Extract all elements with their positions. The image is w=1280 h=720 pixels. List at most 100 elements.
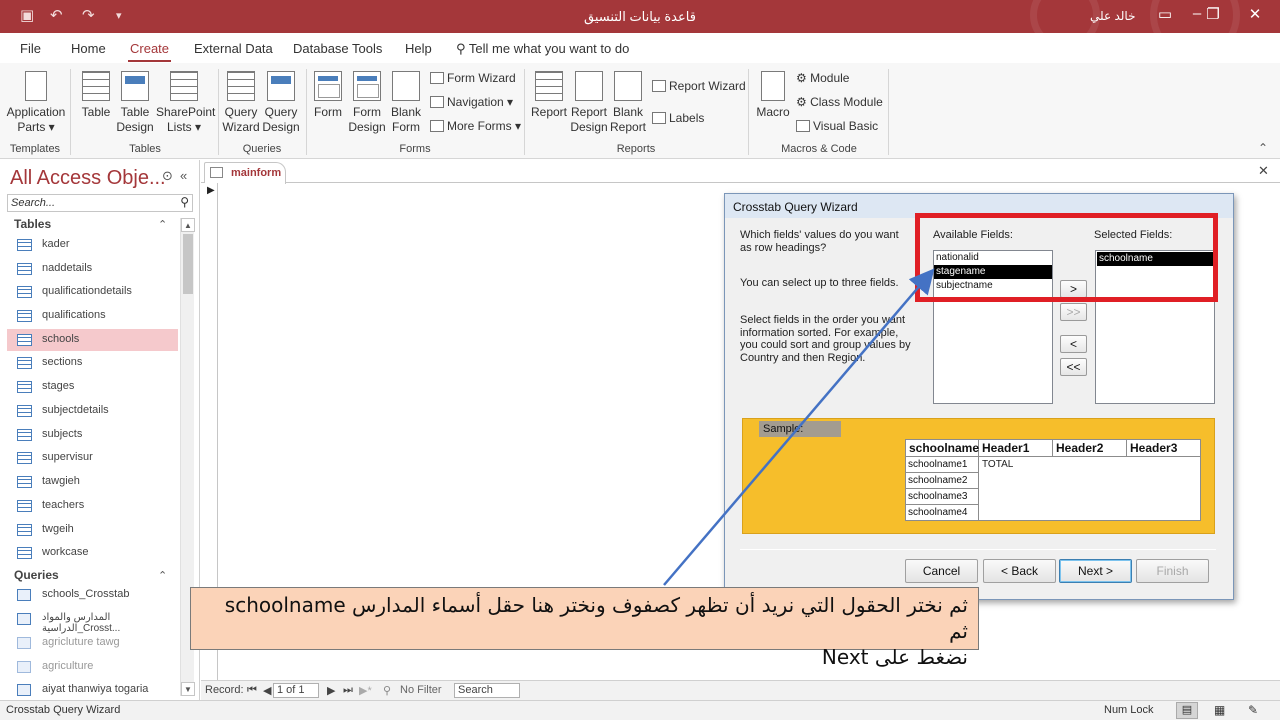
next-record-icon[interactable]: ▶ — [327, 684, 335, 697]
collapse-ribbon-icon[interactable]: ⌃ — [1258, 141, 1268, 155]
nav-table-item[interactable]: subjectdetails — [7, 400, 178, 422]
current-record-input[interactable]: 1 of 1 — [273, 683, 319, 698]
nav-item-label: qualifications — [42, 309, 106, 321]
nav-table-item[interactable]: subjects — [7, 424, 178, 446]
user-name[interactable]: خالد علي — [1090, 9, 1136, 23]
remove-field-button[interactable]: < — [1060, 335, 1087, 353]
group-separator — [70, 69, 71, 155]
chevron-up-icon[interactable]: ⌃ — [158, 569, 167, 582]
remove-all-fields-button[interactable]: << — [1060, 358, 1087, 376]
cancel-button[interactable]: Cancel — [905, 559, 978, 583]
table-design-button[interactable]: Table Design — [116, 71, 154, 135]
record-search-input[interactable]: Search — [454, 683, 520, 698]
tab-help[interactable]: Help — [405, 41, 432, 56]
form-button[interactable]: Form — [310, 71, 346, 120]
add-all-fields-button[interactable]: >> — [1060, 303, 1087, 321]
scroll-up-icon[interactable]: ▲ — [181, 218, 195, 232]
close-document-icon[interactable]: ✕ — [1258, 163, 1269, 179]
nav-search-input[interactable]: Search... ⚲ — [7, 194, 193, 212]
blank-report-button[interactable]: Blank Report — [610, 71, 646, 135]
module-button[interactable]: ⚙ Module — [796, 71, 849, 85]
report-wizard-button[interactable]: Report Wizard — [652, 79, 746, 93]
restore-icon[interactable]: ❐ — [1198, 5, 1228, 23]
scroll-down-icon[interactable]: ▼ — [181, 682, 195, 696]
form-icon — [210, 167, 223, 178]
blank-form-button[interactable]: Blank Form — [388, 71, 424, 135]
nav-table-item[interactable]: qualificationdetails — [7, 281, 178, 303]
nav-table-item[interactable]: teachers — [7, 495, 178, 517]
nav-pane-title[interactable]: All Access Obje... — [10, 167, 166, 190]
search-icon[interactable]: ⚲ — [180, 195, 189, 209]
query-wizard-button[interactable]: Query Wizard — [222, 71, 260, 135]
more-forms-button[interactable]: More Forms ▾ — [430, 119, 521, 133]
group-label-templates: Templates — [9, 143, 61, 155]
nav-table-item[interactable]: sections — [7, 352, 178, 374]
first-record-icon[interactable]: ⏮ — [247, 684, 257, 697]
nav-group-tables[interactable]: Tables — [14, 217, 51, 231]
group-label-macros: Macros & Code — [781, 143, 857, 155]
report-design-button[interactable]: Report Design — [570, 71, 608, 135]
table-button[interactable]: Table — [78, 71, 114, 120]
nav-query-item[interactable]: schools_Crosstab — [7, 584, 178, 606]
nav-table-item[interactable]: qualifications — [7, 305, 178, 327]
nav-table-item[interactable]: kader — [7, 234, 178, 256]
tab-file[interactable]: File — [20, 41, 41, 56]
filter-icon[interactable]: ⚲ — [383, 684, 391, 697]
tab-create[interactable]: Create — [127, 41, 172, 62]
nav-menu-icon[interactable]: ⊙ — [162, 168, 173, 184]
nav-query-item[interactable]: agricluture tawg — [7, 632, 178, 654]
last-record-icon[interactable]: ⏭ — [343, 684, 353, 697]
tab-database-tools[interactable]: Database Tools — [293, 41, 382, 56]
tab-mainform[interactable]: mainform — [204, 162, 286, 184]
class-module-icon: ⚙ — [796, 95, 811, 109]
tab-external-data[interactable]: External Data — [194, 41, 273, 56]
nav-item-label: subjects — [42, 428, 83, 440]
nav-table-item[interactable]: tawgieh — [7, 471, 178, 493]
form-design-label: Form — [353, 105, 381, 119]
datasheet-view-icon[interactable]: ▦ — [1214, 703, 1225, 717]
table-icon — [17, 452, 32, 464]
nav-table-item[interactable]: stages — [7, 376, 178, 398]
nav-table-item-selected[interactable]: schools — [7, 329, 178, 351]
visual-basic-button[interactable]: Visual Basic — [796, 119, 878, 133]
nav-table-item[interactable]: supervisur — [7, 447, 178, 469]
close-icon[interactable]: ✕ — [1240, 5, 1270, 23]
report-wizard-label: Report Wizard — [669, 79, 746, 93]
lightbulb-icon: ⚲ — [456, 41, 469, 56]
tell-me-search[interactable]: ⚲ Tell me what you want to do — [456, 41, 629, 57]
chevron-up-icon[interactable]: ⌃ — [158, 218, 167, 231]
nav-group-queries[interactable]: Queries — [14, 568, 59, 582]
scroll-thumb[interactable] — [183, 234, 193, 294]
tab-home[interactable]: Home — [71, 41, 106, 56]
query-design-button[interactable]: Query Design — [262, 71, 300, 135]
next-button[interactable]: Next > — [1059, 559, 1132, 583]
filter-status[interactable]: No Filter — [400, 684, 442, 696]
form-design-button[interactable]: Form Design — [348, 71, 386, 135]
previous-record-icon[interactable]: ◀ — [263, 684, 271, 697]
nav-table-item[interactable]: naddetails — [7, 258, 178, 280]
labels-button[interactable]: Labels — [652, 111, 704, 125]
nav-table-item[interactable]: twgeih — [7, 519, 178, 541]
ribbon-display-icon[interactable]: ▭ — [1150, 5, 1180, 23]
application-parts-button[interactable]: Application Parts ▾ — [6, 71, 66, 135]
nav-query-item[interactable]: agriculture — [7, 656, 178, 678]
report-button[interactable]: Report — [530, 71, 568, 120]
design-view-icon[interactable]: ✎ — [1248, 703, 1258, 717]
form-wizard-button[interactable]: Form Wizard — [430, 71, 516, 85]
finish-button[interactable]: Finish — [1136, 559, 1209, 583]
sharepoint-lists-button[interactable]: SharePoint Lists ▾ — [156, 71, 215, 135]
table-icon — [17, 286, 32, 298]
back-button[interactable]: < Back — [983, 559, 1056, 583]
wizard-question: Which fields' values do you want as row … — [740, 229, 899, 254]
navigation-button[interactable]: Navigation ▾ — [430, 95, 513, 109]
nav-query-item[interactable]: aiyat thanwiya togaria — [7, 679, 178, 701]
nav-collapse-icon[interactable]: « — [180, 168, 187, 183]
class-module-button[interactable]: ⚙ Class Module — [796, 95, 883, 109]
group-separator — [306, 69, 307, 155]
new-record-icon[interactable]: ▶* — [359, 684, 372, 697]
sample-row-heading: schoolname3 — [906, 489, 979, 505]
nav-query-item[interactable]: المدارس والمواد الدراسية_Crosst... — [7, 608, 178, 634]
form-view-icon[interactable]: ▤ — [1176, 702, 1198, 719]
macro-button[interactable]: Macro — [754, 71, 792, 120]
nav-table-item[interactable]: workcase — [7, 542, 178, 564]
